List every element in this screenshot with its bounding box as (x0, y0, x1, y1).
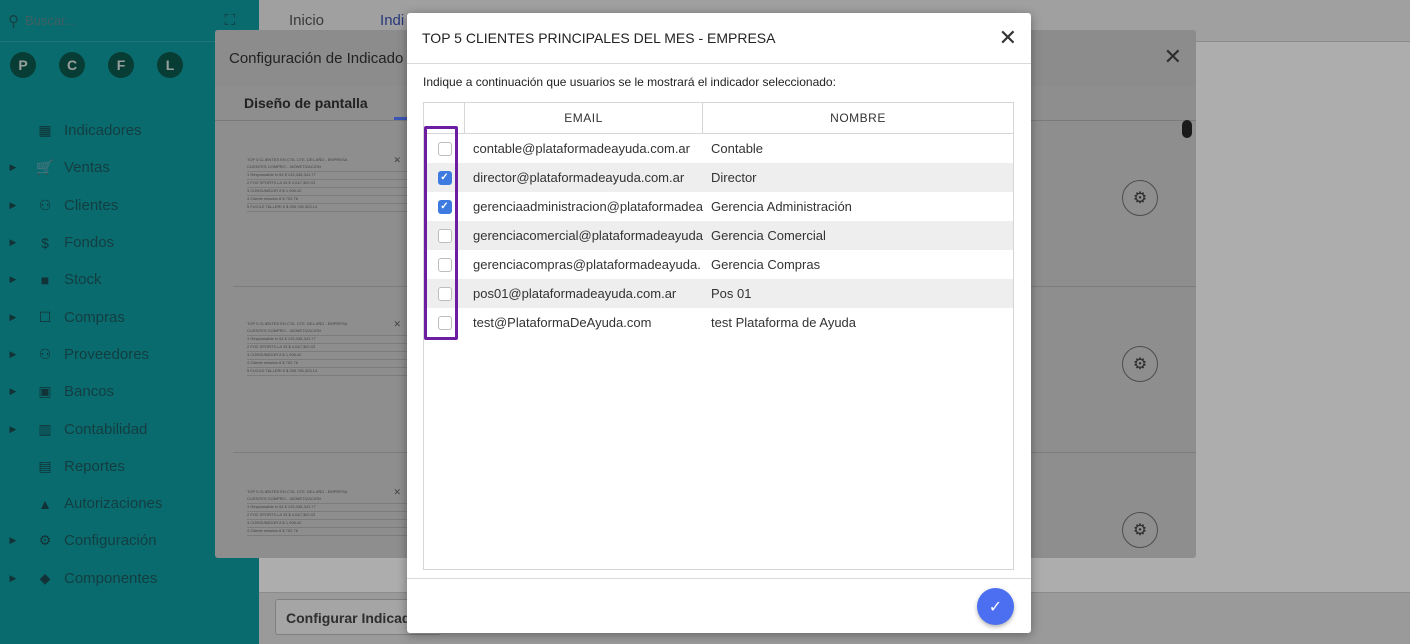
users-table: EMAIL NOMBRE contable@plataformadeayuda.… (423, 102, 1014, 570)
indicator-thumbnail: TOP 5 CLIENTES EN CTA. CTE. DEL AÑO - EM… (247, 319, 407, 409)
email-cell: pos01@plataformadeayuda.com.ar (473, 286, 677, 301)
email-cell: test@PlataformaDeAyuda.com (473, 315, 652, 330)
gear-icon[interactable]: ⚙ (1122, 346, 1158, 382)
name-cell: Pos 01 (711, 286, 752, 301)
thumb-row: 3 CONSUMIDOR 8 $ 1,906.42 (247, 352, 407, 360)
thumb-header: CLIENTES COMPRO... MONETIZACION (247, 164, 407, 172)
name-cell: Gerencia Administración (711, 199, 852, 214)
confirm-button[interactable]: ✓ (977, 588, 1014, 625)
close-icon: ✕ (393, 319, 401, 329)
user-selection-modal: TOP 5 CLIENTES PRINCIPALES DEL MES - EMP… (407, 13, 1031, 633)
thumb-header: CLIENTES COMPRO... MONETIZACION (247, 328, 407, 336)
checkbox-highlight-box (424, 126, 458, 340)
thumb-title: TOP 5 CLIENTES EN CTA. CTE. DEL AÑO - EM… (247, 157, 348, 162)
name-cell: Gerencia Compras (711, 257, 821, 272)
email-cell: contable@plataformadeayuda.com.ar (473, 141, 690, 156)
modal-footer: ✓ (407, 578, 1031, 633)
thumb-row: 1 Responsable in 54 $ 133,338,341.77 (247, 336, 407, 344)
close-icon[interactable]: ✕ (999, 25, 1017, 51)
name-cell: test Plataforma de Ayuda (711, 315, 857, 330)
indicator-thumbnail: TOP 5 CLIENTES EN CTA. CTE. DEL AÑO - EM… (247, 155, 407, 245)
name-cell: Director (711, 170, 757, 185)
indicator-thumbnail: TOP 5 CLIENTES EN CTA. CTE. DEL AÑO - EM… (247, 487, 407, 558)
table-row[interactable]: test@PlataformaDeAyuda.com test Plataform… (424, 308, 1013, 337)
thumb-row: 4 Cliente relacion 8 $ 702.76 (247, 196, 407, 204)
thumb-row: 4 Cliente relacion 8 $ 702.76 (247, 528, 407, 536)
thumb-row: 5 FUCILE TALLERI 6 $ 256,765,303.14 (247, 204, 407, 212)
thumb-title: TOP 5 CLIENTES EN CTA. CTE. DEL AÑO - EM… (247, 321, 348, 326)
thumb-row: 2 FOX SPORTS LA 33 $ 4,047,302.03 (247, 512, 407, 520)
thumb-row: 2 FOX SPORTS LA 33 $ 4,047,302.03 (247, 180, 407, 188)
modal-instructions: Indique a continuación que usuarios se l… (423, 75, 836, 89)
email-cell: gerenciacomercial@plataformadeayuda (473, 228, 703, 243)
thumb-row: 1 Responsable in 54 $ 133,338,341.77 (247, 504, 407, 512)
email-column-header[interactable]: EMAIL (465, 103, 703, 133)
thumb-header: CLIENTES COMPRO... MONETIZACION (247, 496, 407, 504)
close-icon[interactable]: ✕ (1164, 44, 1182, 70)
table-row[interactable]: gerenciacompras@plataformadeayuda. Gerenc… (424, 250, 1013, 279)
table-row[interactable]: contable@plataformadeayuda.com.ar Contabl… (424, 134, 1013, 163)
gear-icon[interactable]: ⚙ (1122, 512, 1158, 548)
thumb-row: 3 CONSUMIDOR 8 $ 1,906.42 (247, 520, 407, 528)
close-icon: ✕ (393, 155, 401, 165)
modal-title: TOP 5 CLIENTES PRINCIPALES DEL MES - EMP… (407, 13, 1031, 64)
thumb-row: 2 FOX SPORTS LA 33 $ 4,047,302.03 (247, 344, 407, 352)
name-column-header[interactable]: NOMBRE (703, 103, 1013, 133)
name-cell: Contable (711, 141, 764, 156)
email-cell: director@plataformadeayuda.com.ar (473, 170, 685, 185)
email-cell: gerenciaadministracion@plataformadea (473, 199, 703, 214)
table-row[interactable]: ✓ director@plataformadeayuda.com.ar Direct… (424, 163, 1013, 192)
thumb-row: 4 Cliente relacion 8 $ 702.76 (247, 360, 407, 368)
table-row[interactable]: ✓ gerenciaadministracion@plataformadea Ger… (424, 192, 1013, 221)
thumb-title: TOP 5 CLIENTES EN CTA. CTE. DEL AÑO - EM… (247, 489, 348, 494)
name-cell: Gerencia Comercial (711, 228, 826, 243)
table-row[interactable]: pos01@plataformadeayuda.com.ar Pos 01 (424, 279, 1013, 308)
table-row[interactable]: gerenciacomercial@plataformadeayuda Geren… (424, 221, 1013, 250)
check-icon: ✓ (988, 598, 1003, 616)
thumb-row: 3 CONSUMIDOR 8 $ 1,906.42 (247, 188, 407, 196)
thumb-row: 1 Responsable in 54 $ 133,338,341.77 (247, 172, 407, 180)
close-icon: ✕ (393, 487, 401, 497)
table-header: EMAIL NOMBRE (424, 103, 1013, 134)
email-cell: gerenciacompras@plataformadeayuda. (473, 257, 701, 272)
table-body: contable@plataformadeayuda.com.ar Contabl… (424, 134, 1013, 337)
thumb-row: 5 FUCILE TALLERI 6 $ 256,765,303.14 (247, 368, 407, 376)
gear-icon[interactable]: ⚙ (1122, 180, 1158, 216)
